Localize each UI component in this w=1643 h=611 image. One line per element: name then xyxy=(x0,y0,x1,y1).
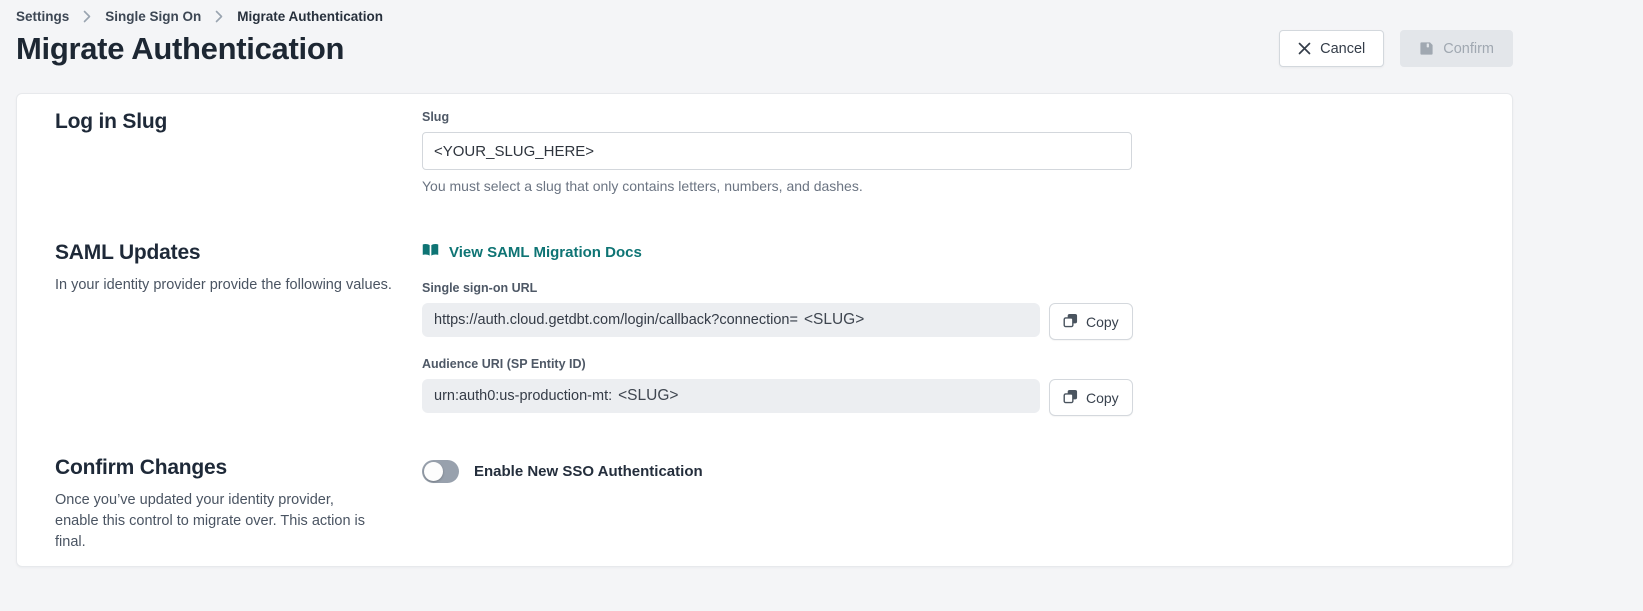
copy-audience-uri-button[interactable]: Copy xyxy=(1049,379,1133,416)
slug-help-text: You must select a slug that only contain… xyxy=(422,178,1134,194)
sso-url-value: https://auth.cloud.getdbt.com/login/call… xyxy=(434,312,798,328)
sso-url-slug-placeholder: <SLUG> xyxy=(804,311,864,329)
cancel-button-label: Cancel xyxy=(1320,41,1365,57)
saml-updates-description: In your identity provider provide the fo… xyxy=(55,275,422,296)
confirm-button-label: Confirm xyxy=(1443,41,1494,57)
migrate-authentication-card: Log in Slug Slug You must select a slug … xyxy=(16,93,1513,567)
save-icon xyxy=(1419,41,1434,56)
book-icon xyxy=(422,243,439,262)
breadcrumb-settings[interactable]: Settings xyxy=(16,9,69,24)
enable-sso-toggle-label: Enable New SSO Authentication xyxy=(474,463,703,480)
page: Settings Single Sign On Migrate Authenti… xyxy=(0,0,1513,567)
page-header: Migrate Authentication Cancel Confirm xyxy=(16,30,1513,67)
page-title: Migrate Authentication xyxy=(16,31,344,67)
confirm-changes-description: Once you’ve updated your identity provid… xyxy=(55,490,377,553)
sso-url-value-field: https://auth.cloud.getdbt.com/login/call… xyxy=(422,303,1040,337)
confirm-button[interactable]: Confirm xyxy=(1400,30,1513,67)
audience-uri-slug-placeholder: <SLUG> xyxy=(618,387,678,405)
section-saml-updates: SAML Updates In your identity provider p… xyxy=(55,241,1512,416)
breadcrumb-migrate-authentication: Migrate Authentication xyxy=(237,9,383,24)
sso-url-label: Single sign-on URL xyxy=(422,281,1134,295)
sso-url-field-group: Single sign-on URL https://auth.cloud.ge… xyxy=(422,281,1134,340)
chevron-right-icon xyxy=(215,10,223,23)
copy-button-label: Copy xyxy=(1086,390,1119,406)
close-icon xyxy=(1298,42,1311,55)
header-actions: Cancel Confirm xyxy=(1279,30,1513,67)
login-slug-heading: Log in Slug xyxy=(55,110,422,134)
section-login-slug: Log in Slug Slug You must select a slug … xyxy=(55,110,1512,194)
copy-icon xyxy=(1063,389,1078,407)
cancel-button[interactable]: Cancel xyxy=(1279,30,1384,67)
copy-button-label: Copy xyxy=(1086,314,1119,330)
enable-sso-toggle[interactable] xyxy=(422,460,459,483)
audience-uri-label: Audience URI (SP Entity ID) xyxy=(422,357,1134,371)
confirm-changes-heading: Confirm Changes xyxy=(55,456,422,480)
view-saml-migration-docs-link[interactable]: View SAML Migration Docs xyxy=(422,243,642,262)
audience-uri-value: urn:auth0:us-production-mt: xyxy=(434,388,612,404)
copy-sso-url-button[interactable]: Copy xyxy=(1049,303,1133,340)
breadcrumb-single-sign-on[interactable]: Single Sign On xyxy=(105,9,201,24)
breadcrumb: Settings Single Sign On Migrate Authenti… xyxy=(16,0,1513,24)
slug-input[interactable] xyxy=(422,132,1132,170)
copy-icon xyxy=(1063,313,1078,331)
audience-uri-value-field: urn:auth0:us-production-mt: <SLUG> xyxy=(422,379,1040,413)
audience-uri-field-group: Audience URI (SP Entity ID) urn:auth0:us… xyxy=(422,357,1134,416)
chevron-right-icon xyxy=(83,10,91,23)
section-confirm-changes: Confirm Changes Once you’ve updated your… xyxy=(55,456,1512,553)
slug-field-label: Slug xyxy=(422,110,1134,124)
toggle-knob xyxy=(424,462,443,481)
saml-updates-heading: SAML Updates xyxy=(55,241,422,265)
docs-link-label: View SAML Migration Docs xyxy=(449,244,642,261)
